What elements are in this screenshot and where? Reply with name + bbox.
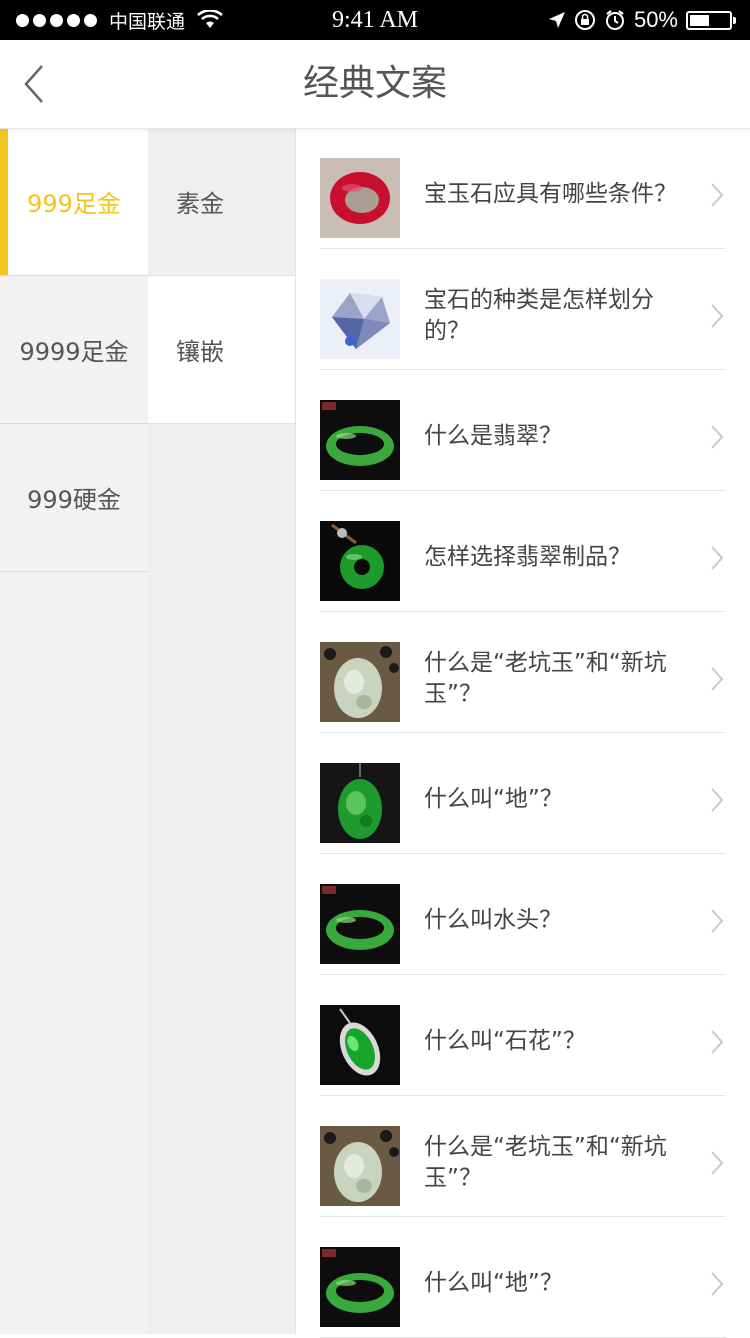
article-row[interactable]: 什么是翡翠？ <box>320 370 726 491</box>
article-title: 什么是翡翠？ <box>424 423 562 449</box>
chevron-right-icon <box>711 1271 724 1296</box>
article-row[interactable]: 什么叫“石花”？ <box>320 975 726 1096</box>
article-thumbnail <box>320 763 400 843</box>
article-row[interactable]: 什么叫“地”？ <box>320 1217 726 1338</box>
article-thumbnail <box>320 1247 400 1327</box>
battery-percent: 50% <box>633 7 678 32</box>
category-label: 9999足金 <box>19 338 129 366</box>
alarm-icon <box>605 10 624 30</box>
chevron-right-icon <box>711 1029 724 1054</box>
category-item-hard-gold[interactable]: 999硬金 <box>0 424 148 572</box>
article-row[interactable]: 什么叫“地”？ <box>320 733 726 854</box>
category-label: 999足金 <box>27 190 121 218</box>
subcategory-item-plain-gold[interactable]: 素金 <box>148 128 295 276</box>
article-thumbnail <box>320 1005 400 1085</box>
article-thumbnail <box>320 158 400 238</box>
category-item-999[interactable]: 999足金 <box>0 128 148 276</box>
article-list: 宝玉石应具有哪些条件？ 宝石的种类是怎样划分的？ 什么是翡翠？ 怎样选择翡翠制品？ 什么… <box>320 128 726 1338</box>
chevron-right-icon <box>711 787 724 812</box>
article-title: 怎样选择翡翠制品？ <box>424 544 631 570</box>
article-row[interactable]: 怎样选择翡翠制品？ <box>320 491 726 612</box>
article-row[interactable]: 什么是“老坑玉”和“新坑玉”？ <box>320 1096 726 1217</box>
article-title: 什么是“老坑玉”和“新坑玉”？ <box>424 1133 667 1191</box>
chevron-right-icon <box>711 424 724 449</box>
subcategory-label: 素金 <box>176 190 224 218</box>
subcategory-item-inlay[interactable]: 镶嵌 <box>148 276 295 424</box>
battery-icon <box>686 10 736 30</box>
nav-bar: 经典文案 <box>0 40 750 129</box>
secondary-category-list: 素金 镶嵌 <box>148 128 296 1334</box>
article-thumbnail <box>320 1126 400 1206</box>
subcategory-label: 镶嵌 <box>176 338 224 366</box>
chevron-right-icon <box>711 908 724 933</box>
article-title: 什么叫水头？ <box>424 907 562 933</box>
rotation-lock-icon <box>574 10 595 30</box>
article-title: 宝玉石应具有哪些条件？ <box>424 181 677 207</box>
category-label: 999硬金 <box>27 486 121 514</box>
chevron-right-icon <box>711 1150 724 1175</box>
article-title: 什么叫“地”？ <box>424 786 563 812</box>
article-row[interactable]: 什么是“老坑玉”和“新坑玉”？ <box>320 612 726 733</box>
chevron-right-icon <box>711 182 724 207</box>
location-arrow-icon <box>548 12 565 28</box>
article-title: 什么叫“地”？ <box>424 1270 563 1296</box>
page-title: 经典文案 <box>302 63 447 104</box>
category-item-9999[interactable]: 9999足金 <box>0 276 148 424</box>
chevron-right-icon <box>711 666 724 691</box>
article-title: 什么是“老坑玉”和“新坑玉”？ <box>424 649 667 707</box>
chevron-right-icon <box>711 545 724 570</box>
article-title: 什么叫“石花”？ <box>424 1028 586 1054</box>
status-bar: 中国联通 9:41 AM 50% <box>0 0 750 40</box>
article-row[interactable]: 宝玉石应具有哪些条件？ <box>320 128 726 249</box>
article-row[interactable]: 宝石的种类是怎样划分的？ <box>320 249 726 370</box>
article-thumbnail <box>320 884 400 964</box>
article-row[interactable]: 什么叫水头？ <box>320 854 726 975</box>
chevron-right-icon <box>711 303 724 328</box>
article-thumbnail <box>320 521 400 601</box>
primary-category-list: 999足金 9999足金 999硬金 <box>0 128 148 1334</box>
article-thumbnail <box>320 642 400 722</box>
article-title: 宝石的种类是怎样划分的？ <box>424 286 654 344</box>
article-thumbnail <box>320 279 400 359</box>
article-thumbnail <box>320 400 400 480</box>
